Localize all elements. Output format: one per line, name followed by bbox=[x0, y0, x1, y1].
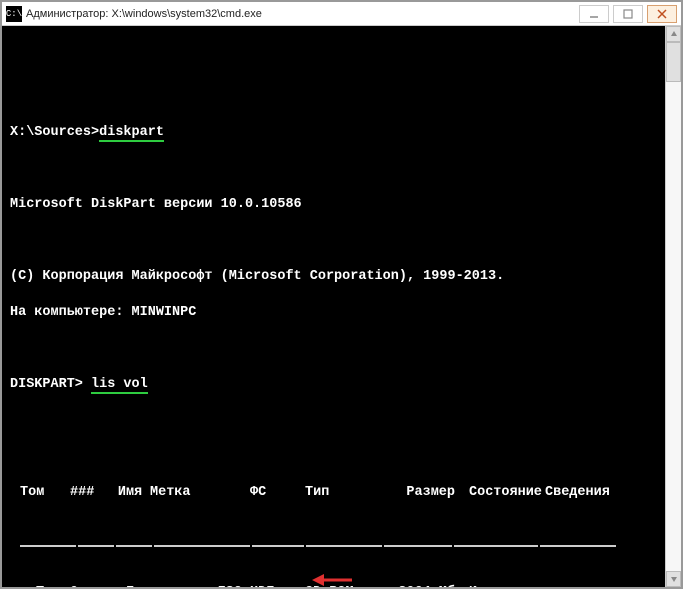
cell: Том bbox=[10, 584, 70, 587]
col-type: Тип bbox=[305, 484, 385, 502]
window-title: Администратор: X:\windows\system32\cmd.e… bbox=[26, 8, 579, 20]
col-name: Имя bbox=[110, 484, 150, 502]
prompt-line: DISKPART> lis vol bbox=[10, 376, 675, 394]
titlebar[interactable]: C:\ Администратор: X:\windows\system32\c… bbox=[2, 2, 681, 26]
col-info: Сведения bbox=[545, 484, 625, 502]
cell: 0 bbox=[70, 584, 110, 587]
cell: UDF bbox=[250, 584, 305, 587]
terminal-content: X:\Sources>diskpart Microsoft DiskPart в… bbox=[10, 70, 675, 587]
cell: Исправен bbox=[455, 584, 545, 587]
output-line: На компьютере: MINWINPC bbox=[10, 304, 675, 322]
cell bbox=[545, 584, 625, 587]
cmd-diskpart: diskpart bbox=[99, 125, 164, 142]
scroll-track[interactable] bbox=[666, 82, 681, 571]
prompt: X:\Sources> bbox=[10, 125, 99, 140]
col-size: Размер bbox=[385, 484, 455, 502]
arrow-icon bbox=[312, 573, 352, 587]
prompt-line: X:\Sources>diskpart bbox=[10, 124, 675, 142]
prompt: DISKPART> bbox=[10, 377, 91, 392]
cmd-icon-text: C:\ bbox=[6, 9, 22, 19]
close-button[interactable] bbox=[647, 5, 677, 23]
output-line bbox=[10, 160, 675, 178]
scrollbar[interactable] bbox=[665, 26, 681, 587]
cmd-lisvol: lis vol bbox=[91, 377, 148, 394]
cell: F bbox=[110, 584, 150, 587]
minimize-button[interactable] bbox=[579, 5, 609, 23]
volume-table: Том ### Имя Метка ФС Тип Размер Состояни… bbox=[10, 448, 675, 587]
col-status: Состояние bbox=[455, 484, 545, 502]
cmd-window: C:\ Администратор: X:\windows\system32\c… bbox=[0, 0, 683, 589]
output-line bbox=[10, 412, 675, 430]
output-line bbox=[10, 88, 675, 106]
scroll-up-button[interactable] bbox=[666, 26, 681, 42]
col-tom: Том bbox=[10, 484, 70, 502]
terminal-area[interactable]: X:\Sources>diskpart Microsoft DiskPart в… bbox=[2, 26, 681, 587]
col-label: Метка bbox=[150, 484, 250, 502]
col-fs: ФС bbox=[250, 484, 305, 502]
col-num: ### bbox=[70, 484, 110, 502]
cell: 3064 Мб bbox=[385, 584, 455, 587]
cmd-icon: C:\ bbox=[6, 6, 22, 22]
scroll-thumb[interactable] bbox=[666, 42, 681, 82]
table-header: Том ### Имя Метка ФС Тип Размер Состояни… bbox=[10, 484, 675, 502]
maximize-button[interactable] bbox=[613, 5, 643, 23]
output-line bbox=[10, 232, 675, 250]
cell: ISO bbox=[150, 584, 250, 587]
output-line: (C) Корпорация Майкрософт (Microsoft Cor… bbox=[10, 268, 675, 286]
output-line bbox=[10, 340, 675, 358]
output-line: Microsoft DiskPart версии 10.0.10586 bbox=[10, 196, 675, 214]
scroll-down-button[interactable] bbox=[666, 571, 681, 587]
table-separator bbox=[10, 539, 675, 547]
